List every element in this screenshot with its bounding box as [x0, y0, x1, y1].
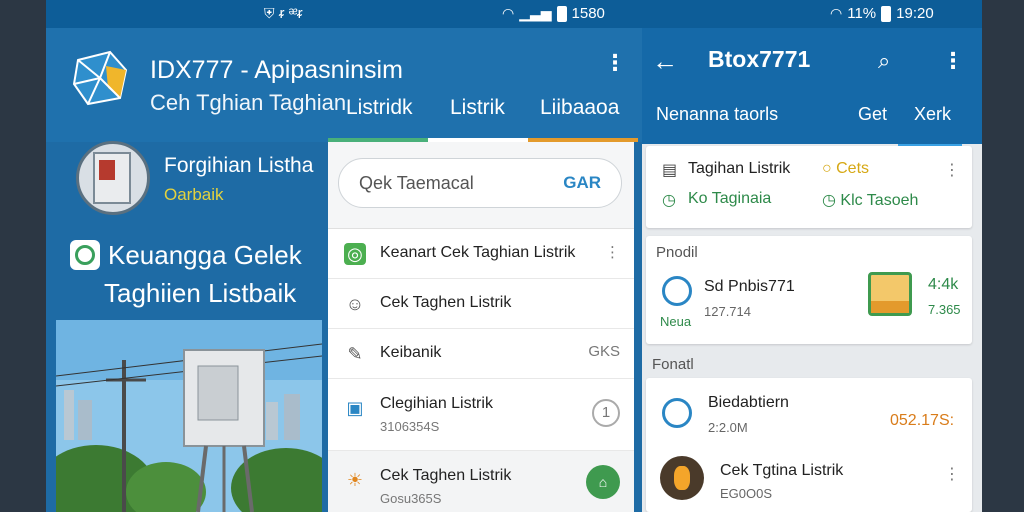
bolt-badge-icon	[70, 240, 100, 270]
tab-get[interactable]: Get	[858, 104, 887, 125]
history-card: Biedabtiern 2:2.0M 052.17S: Cek Tgtina L…	[646, 378, 972, 512]
summary-item-2-status: ◷ Klc Tasoeh	[822, 192, 919, 209]
document-icon: ▤	[662, 162, 678, 179]
status-signal-text: ᵲ ᵆᵲ	[279, 5, 303, 22]
more-options-icon[interactable]: ⋮	[605, 243, 620, 261]
search-input[interactable]: Qek Taemacal GAR	[338, 158, 622, 208]
product-tag: Neua	[660, 314, 692, 329]
menu-item-label: Keanart Cek Taghian Listrik	[380, 244, 576, 261]
search-popup: Qek Taemacal GAR ◎ Keanart Cek Taghian L…	[328, 142, 634, 512]
history-item-name: Cek Tgtina Listrik	[720, 462, 844, 479]
transaction-icon	[662, 398, 692, 428]
user-icon: ☺	[345, 293, 365, 314]
menu-item[interactable]: ☺ Cek Taghen Listrik	[328, 279, 634, 329]
status-time-right: 19:20	[896, 5, 934, 22]
history-item-sub: 2:2.0M	[708, 420, 748, 435]
popup-menu: ◎ Keanart Cek Taghian Listrik ⋮ ☺ Cek Ta…	[328, 228, 634, 512]
shield-icon: ⛨	[264, 5, 275, 21]
status-bar-left: ⛨ ᵲ ᵆᵲ ◠ ▁▃▅ 1580	[46, 0, 642, 28]
status-bar-right: ◠ 11% 19:20	[642, 0, 982, 28]
app-title: IDX777 - Apipasninsim	[150, 56, 403, 84]
signal-icon: ▁▃▅	[519, 5, 552, 21]
search-icon[interactable]: ⌕	[878, 48, 890, 74]
bolt-icon: ☀	[346, 469, 364, 490]
back-arrow-icon[interactable]: ←	[652, 46, 678, 77]
wifi-icon: ◠	[502, 5, 515, 21]
more-options-icon[interactable]: ⋮	[604, 50, 626, 76]
section-label-product: Pnodil	[656, 244, 698, 261]
app-left-header: IDX777 - Apipasninsim Ceh Tghian Taghian…	[46, 28, 642, 142]
left-frame	[0, 0, 46, 512]
menu-item-sub: 3106354S	[380, 419, 440, 434]
status-battery-text: 11%	[847, 5, 877, 22]
status-time-mid: 1580	[571, 5, 605, 22]
menu-item[interactable]: ☀ Cek Taghen Listrik Gosu365S ⌂	[328, 451, 634, 512]
history-item-name: Biedabtiern	[708, 394, 789, 411]
edit-icon: ✎	[347, 343, 363, 364]
avatar[interactable]	[76, 141, 150, 215]
clock-icon: ◷	[662, 192, 676, 209]
electric-meter-illustration	[56, 320, 322, 512]
app-subtitle: Ceh Tghian Taghian	[150, 90, 347, 115]
menu-item-label: Keibanik	[380, 344, 442, 361]
history-item-sub: EG0O0S	[720, 486, 773, 501]
product-sub: 127.714	[704, 304, 751, 319]
account-status: Oarbaik	[164, 185, 224, 204]
app-left: IDX777 - Apipasninsim Ceh Tghian Taghian…	[46, 28, 642, 512]
menu-item[interactable]: ◎ Keanart Cek Taghian Listrik ⋮	[328, 229, 634, 279]
battery-icon	[556, 5, 567, 22]
product-value-sub: 7.365	[928, 302, 961, 317]
wifi-icon: ◠	[830, 5, 843, 21]
tab-listrik-2[interactable]: Listrik	[450, 96, 505, 120]
tab-listrik-1[interactable]: Listridk	[346, 96, 413, 120]
menu-item-sub: Gosu365S	[380, 491, 442, 506]
menu-item-value: GKS	[588, 343, 620, 360]
home-icon[interactable]: ⌂	[586, 465, 620, 499]
count-badge: 1	[592, 399, 620, 427]
account-name: Forgihian Listha	[164, 154, 314, 177]
tab-xerk[interactable]: Xerk	[914, 104, 951, 125]
status-icons-right: ◠ 11% 19:20	[830, 5, 934, 22]
battery-icon	[881, 5, 892, 22]
search-placeholder: Qek Taemacal	[359, 173, 474, 193]
search-submit-button[interactable]: GAR	[563, 173, 601, 193]
menu-item-label: Cek Taghen Listrik	[380, 294, 512, 311]
menu-item[interactable]: ✎ Keibanik GKS	[328, 329, 634, 379]
tab-lainnya[interactable]: Liibaaoa	[540, 96, 619, 120]
menu-item-label: Cek Taghen Listrik	[380, 467, 512, 484]
status-icons-mid: ◠ ▁▃▅ 1580	[502, 5, 605, 22]
meter-icon	[662, 276, 692, 306]
menu-item[interactable]: ▣ Clegihian Listrik 3106354S 1	[328, 379, 634, 451]
banner-title-line2: Taghiien Listbaik	[104, 278, 297, 308]
section-label-history: Fonatl	[652, 356, 694, 373]
app-right-title: Btox7771	[708, 46, 811, 72]
right-frame	[982, 0, 1024, 512]
summary-item-2: Ko Taginaia	[688, 190, 772, 207]
banner-title-line1: Keuangga Gelek	[108, 240, 302, 270]
app-right-header: ← Btox7771 ⌕ ⋮ Nenanna taorls Get Xerk	[642, 28, 982, 144]
app-logo-icon	[72, 50, 128, 106]
wallet-icon: ◎	[344, 243, 366, 265]
status-icons-left: ⛨ ᵲ ᵆᵲ	[264, 5, 303, 22]
menu-item-label: Clegihian Listrik	[380, 395, 493, 412]
more-options-icon[interactable]: ⋮	[944, 464, 960, 484]
summary-item-1-status: ○ Cets	[822, 160, 870, 177]
summary-item-1: Tagihan Listrik	[688, 160, 791, 177]
product-name: Sd Pnbis771	[704, 278, 795, 295]
meter-display-icon	[99, 160, 115, 180]
more-options-icon[interactable]: ⋮	[944, 160, 960, 180]
avatar	[660, 456, 704, 500]
more-options-icon[interactable]: ⋮	[942, 48, 964, 74]
receipt-icon: ▣	[346, 397, 364, 418]
history-item-amount: 052.17S:	[890, 412, 955, 429]
app-right: ← Btox7771 ⌕ ⋮ Nenanna taorls Get Xerk ▤…	[642, 28, 982, 512]
tab-overview[interactable]: Nenanna taorls	[656, 104, 778, 125]
product-value: 4:4k	[928, 276, 959, 293]
battery-level-icon	[868, 272, 912, 316]
summary-card[interactable]: ▤ Tagihan Listrik ○ Cets ◷ Ko Taginaia ◷…	[646, 146, 972, 228]
product-card[interactable]: Pnodil Sd Pnbis771 127.714 Neua 4:4k 7.3…	[646, 236, 972, 344]
